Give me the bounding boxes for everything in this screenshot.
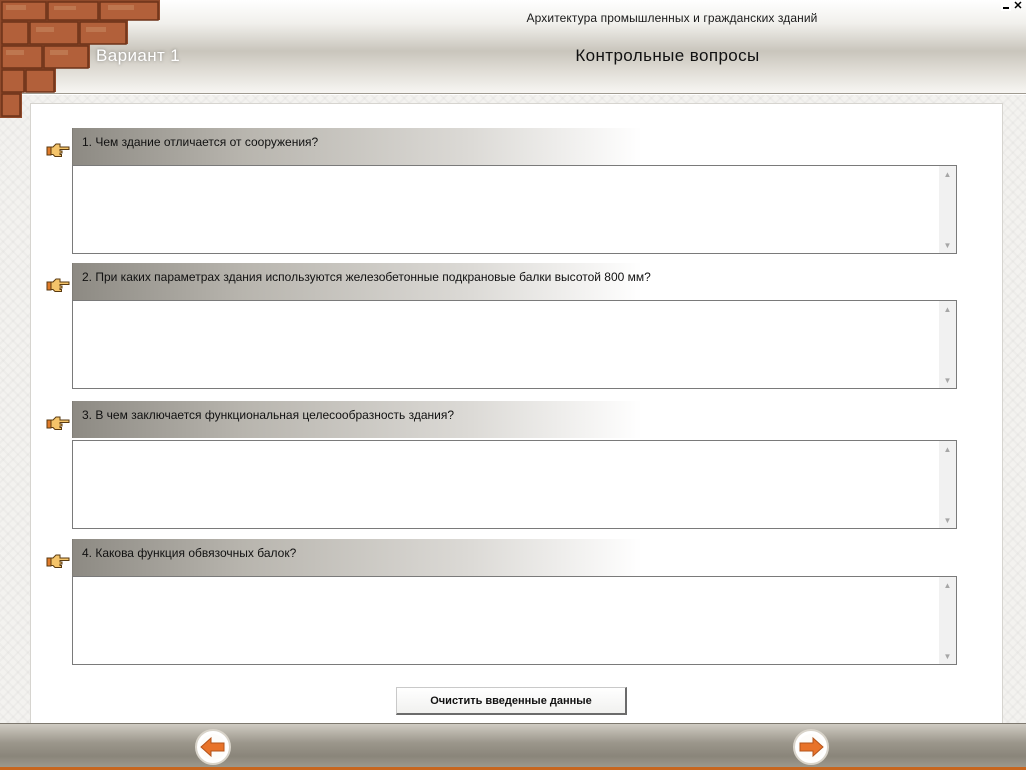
- question-text-1: 1. Чем здание отличается от сооружения?: [82, 135, 319, 149]
- pointing-hand-icon: [46, 143, 70, 157]
- scroll-down-icon[interactable]: ▼: [939, 648, 956, 664]
- answer-box-2: ▲ ▼: [72, 300, 957, 389]
- answer-box-3: ▲ ▼: [72, 440, 957, 529]
- scroll-up-icon[interactable]: ▲: [939, 301, 956, 317]
- pointing-hand-icon: [46, 416, 70, 430]
- answer-input-2[interactable]: [73, 301, 939, 388]
- answer-scrollbar-4[interactable]: ▲ ▼: [939, 577, 956, 664]
- scroll-up-icon[interactable]: ▲: [939, 166, 956, 182]
- question-header-4: 4. Какова функция обвязочных балок?: [72, 539, 642, 576]
- answer-scrollbar-2[interactable]: ▲ ▼: [939, 301, 956, 388]
- answer-input-1[interactable]: [73, 166, 939, 253]
- minimize-icon[interactable]: [1001, 1, 1011, 11]
- page-title: Контрольные вопросы: [575, 46, 760, 65]
- pointing-hand-icon: [46, 278, 70, 292]
- window-controls: ✕: [1001, 0, 1023, 11]
- answer-box-4: ▲ ▼: [72, 576, 957, 665]
- question-text-2: 2. При каких параметрах здания использую…: [82, 270, 651, 284]
- scroll-up-icon[interactable]: ▲: [939, 441, 956, 457]
- close-icon[interactable]: ✕: [1013, 0, 1023, 11]
- question-header-2: 2. При каких параметрах здания использую…: [72, 263, 651, 300]
- question-header-3: 3. В чем заключается функциональная целе…: [72, 401, 642, 438]
- footer-bar: [0, 723, 1026, 770]
- brick-wall-decoration: [0, 0, 160, 118]
- answer-input-4[interactable]: [73, 577, 939, 664]
- arrow-right-icon[interactable]: [792, 728, 830, 766]
- scroll-down-icon[interactable]: ▼: [939, 237, 956, 253]
- answer-input-3[interactable]: [73, 441, 939, 528]
- pointing-hand-icon: [46, 554, 70, 568]
- question-text-4: 4. Какова функция обвязочных балок?: [82, 546, 297, 560]
- course-title: Архитектура промышленных и гражданских з…: [526, 11, 818, 25]
- answer-box-1: ▲ ▼: [72, 165, 957, 254]
- question-text-3: 3. В чем заключается функциональная целе…: [82, 408, 454, 422]
- scroll-up-icon[interactable]: ▲: [939, 577, 956, 593]
- question-header-1: 1. Чем здание отличается от сооружения?: [72, 128, 642, 165]
- answer-scrollbar-1[interactable]: ▲ ▼: [939, 166, 956, 253]
- scroll-down-icon[interactable]: ▼: [939, 512, 956, 528]
- scroll-down-icon[interactable]: ▼: [939, 372, 956, 388]
- answer-scrollbar-3[interactable]: ▲ ▼: [939, 441, 956, 528]
- arrow-left-icon[interactable]: [194, 728, 232, 766]
- clear-input-button[interactable]: Очистить введенные данные: [396, 687, 627, 715]
- header-bar: Архитектура промышленных и гражданских з…: [0, 0, 1026, 118]
